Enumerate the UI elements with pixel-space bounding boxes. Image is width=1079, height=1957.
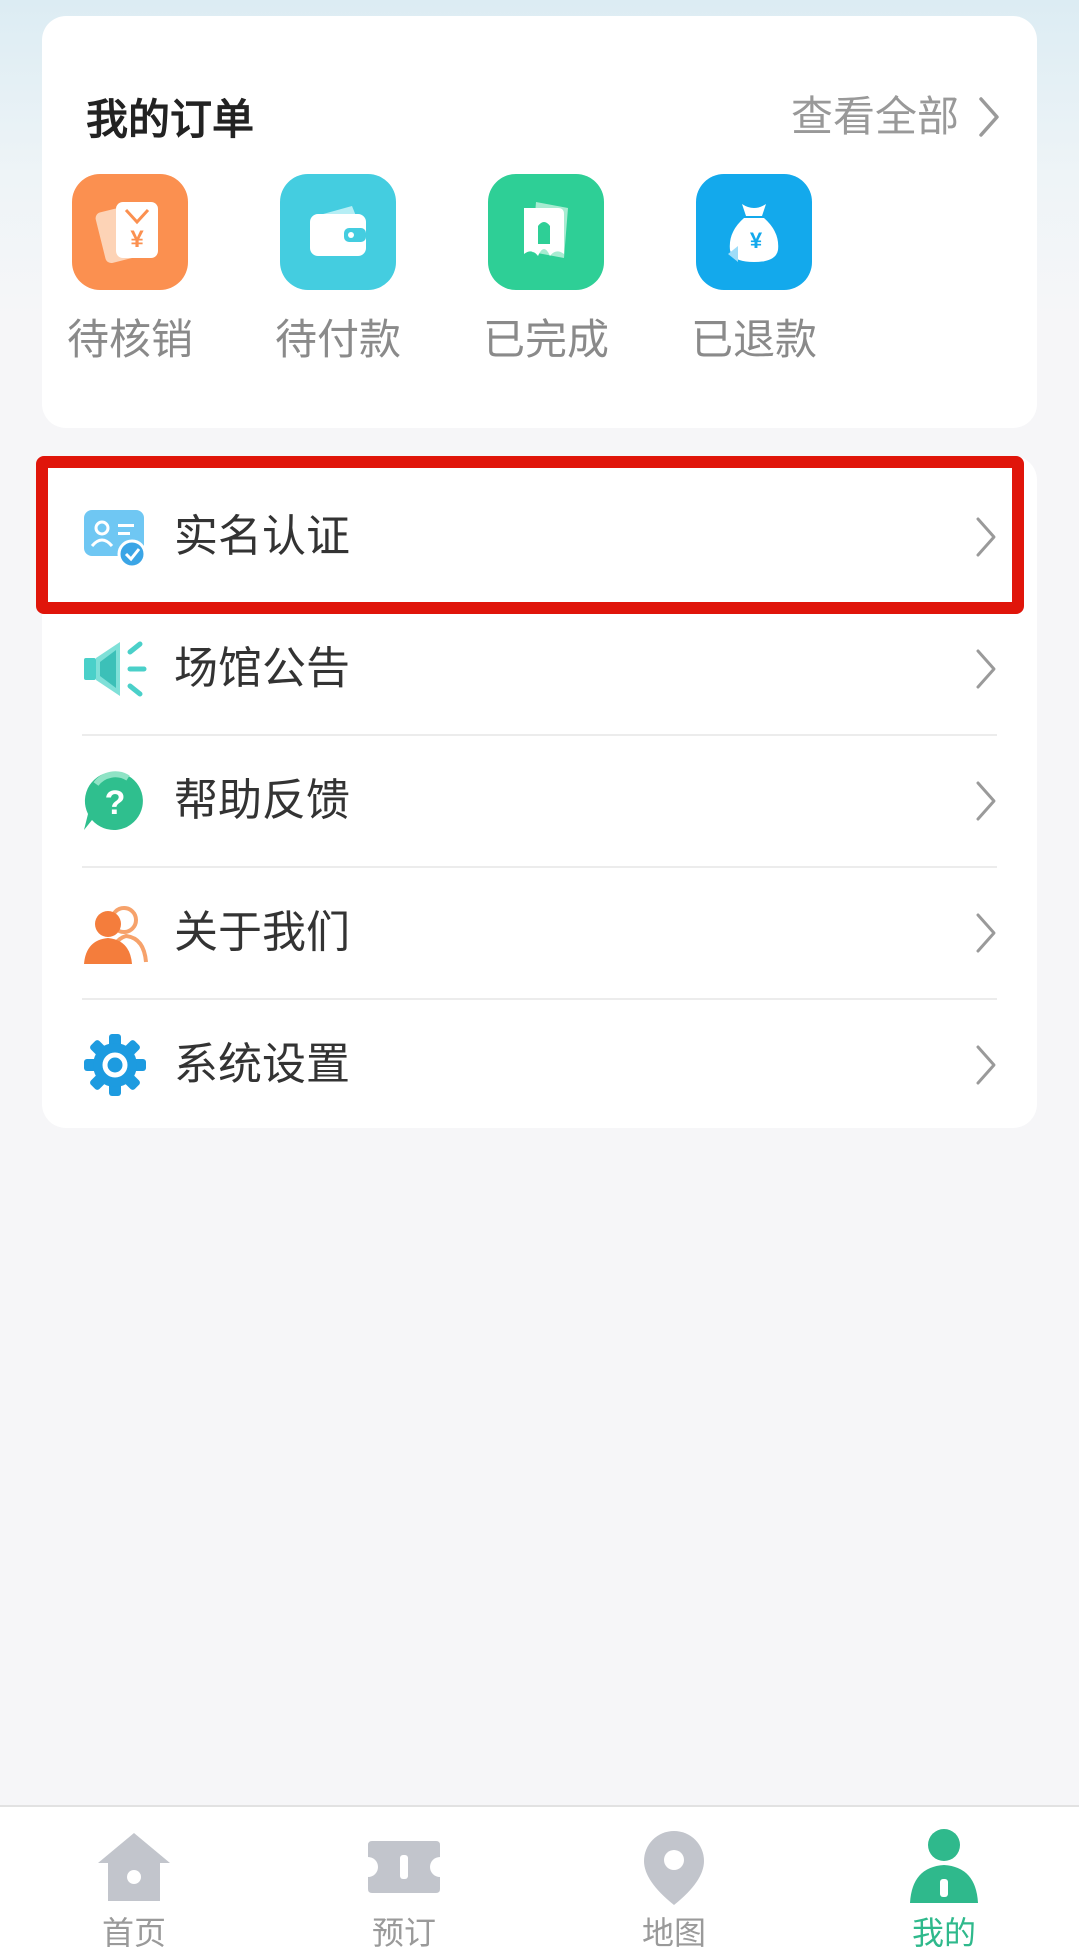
ticket-complete-icon [488,174,604,290]
ticket-icon [368,1841,440,1893]
order-status-list: ¥ 待核销 待付款 已完成 ¥ 已退款 [42,174,1037,394]
tab-mine[interactable]: 我的 [864,1807,1024,1957]
order-status-label: 待核销 [66,315,193,364]
menu-item-help-feedback[interactable]: ? 帮助反馈 [42,735,1037,867]
order-status-label: 已完成 [482,315,609,364]
order-status-label: 已退款 [690,315,817,364]
voucher-icon: ¥ [72,174,188,290]
help-bubble-icon: ? [84,771,143,830]
menu-item-venue-announcements[interactable]: 场馆公告 [42,603,1037,735]
tab-booking[interactable]: 预订 [324,1807,484,1957]
gear-icon [84,1034,146,1096]
chevron-right-icon [976,649,996,689]
megaphone-icon [84,641,147,697]
refund-bag-icon: ¥ [696,174,812,290]
svg-text:?: ? [105,784,126,822]
bottom-tab-bar: 首页 预订 地图 我的 [0,1805,1079,1957]
highlight-box [36,456,1024,614]
menu-item-label: 场馆公告 [174,643,350,694]
tab-label: 预订 [371,1914,436,1952]
user-icon [910,1829,978,1903]
profile-page: 我的订单 查看全部 ¥ 待核销 待付款 已完成 ¥ 已退款 实名认证 场馆公告 … [0,0,1079,1957]
view-all-orders-link[interactable]: 查看全部 [791,88,1003,146]
tab-home[interactable]: 首页 [54,1807,214,1957]
chevron-right-icon [979,97,999,137]
tab-label: 我的 [911,1914,976,1952]
order-status-completed[interactable]: 已完成 [446,174,646,368]
orders-card: 我的订单 查看全部 ¥ 待核销 待付款 已完成 ¥ 已退款 [42,16,1037,428]
menu-item-system-settings[interactable]: 系统设置 [42,999,1037,1131]
people-icon [84,906,148,964]
tab-map[interactable]: 地图 [594,1807,754,1957]
chevron-right-icon [976,781,996,821]
orders-title: 我的订单 [86,95,255,144]
menu-item-label: 帮助反馈 [174,775,350,826]
wallet-icon [280,174,396,290]
order-status-pending-payment[interactable]: 待付款 [238,174,438,368]
svg-text:¥: ¥ [750,228,763,253]
menu-item-label: 系统设置 [174,1039,350,1090]
home-icon [98,1833,170,1901]
order-status-refunded[interactable]: ¥ 已退款 [654,174,854,368]
menu-item-about-us[interactable]: 关于我们 [42,867,1037,999]
order-status-pending-verify[interactable]: ¥ 待核销 [30,174,230,368]
chevron-right-icon [976,913,996,953]
order-status-label: 待付款 [274,315,401,364]
tab-label: 首页 [101,1914,166,1952]
view-all-label: 查看全部 [790,92,959,141]
svg-text:¥: ¥ [130,226,144,253]
map-pin-icon [644,1831,704,1905]
tab-label: 地图 [641,1914,706,1952]
menu-item-label: 关于我们 [174,907,350,958]
chevron-right-icon [976,1045,996,1085]
